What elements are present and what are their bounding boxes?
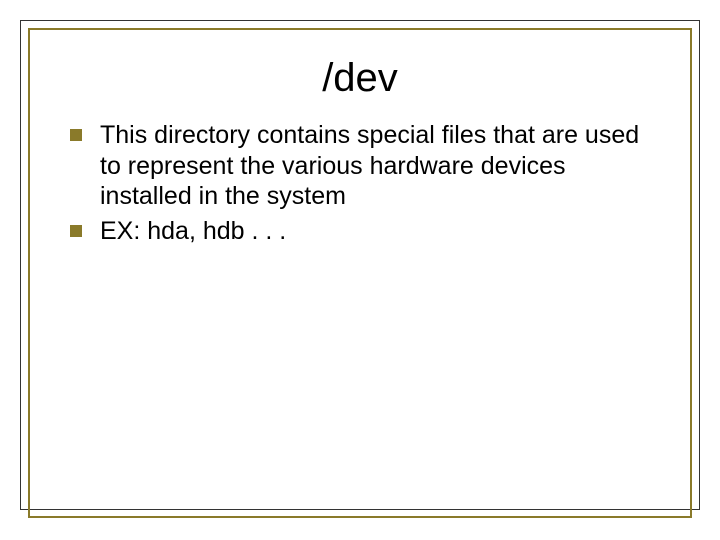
- slide: /dev This directory contains special fil…: [0, 0, 720, 540]
- list-item-text: EX: hda, hdb . . .: [100, 216, 286, 247]
- list-item: EX: hda, hdb . . .: [70, 216, 660, 247]
- square-bullet-icon: [70, 129, 82, 141]
- list-item-text: This directory contains special files th…: [100, 120, 660, 212]
- list-item: This directory contains special files th…: [70, 120, 660, 212]
- inner-frame: [28, 28, 692, 518]
- slide-body: This directory contains special files th…: [70, 120, 660, 250]
- slide-title: /dev: [0, 56, 720, 101]
- square-bullet-icon: [70, 225, 82, 237]
